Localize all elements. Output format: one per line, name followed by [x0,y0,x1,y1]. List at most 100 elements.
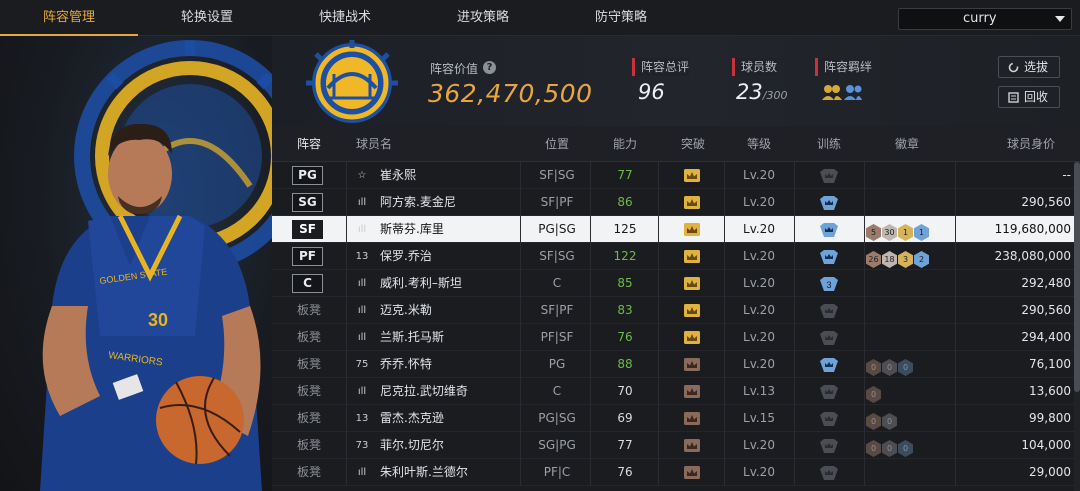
player-name[interactable]: 菲尔.切尼尔 [380,432,444,459]
col-player-name[interactable]: 球员名 [356,126,416,162]
training-icon[interactable] [820,385,838,399]
col-level[interactable]: 等级 [724,126,794,162]
table-row[interactable]: 板凳 13 雷杰.杰克逊 PG|SG 69 Lv.15 0 0 99,800 [272,405,1074,432]
position-slot-badge: SF [292,220,323,239]
table-row[interactable]: PG ☆ 崔永熙 SF|SG 77 Lv.20 -- [272,162,1074,189]
chemistry-icons[interactable] [822,82,862,102]
player-name[interactable]: 雷杰.杰克逊 [380,405,444,432]
breakthrough-crown-icon [684,277,700,290]
player-position: SG|PG [538,438,576,452]
player-level: Lv.20 [743,195,775,209]
lineup-slot: 板凳 [296,384,321,398]
lineup-slot: 板凳 [296,438,321,452]
col-player-value[interactable]: 球员身价 [996,126,1066,162]
player-name[interactable]: 崔永熙 [380,162,416,189]
training-icon[interactable] [820,331,838,345]
column-divider [794,243,795,270]
table-row[interactable]: 板凳 75 乔乔.怀特 PG 88 Lv.20 0 0 0 76,100 [272,351,1074,378]
badge-group[interactable]: 26 18 3 2 [866,247,930,268]
table-row[interactable]: 板凳 ıll 朱利叶斯.兰德尔 PF|C 76 Lv.20 29,000 [272,459,1074,486]
breakthrough-crown-icon [684,358,700,371]
overall-rating-label: 阵容总评 [632,58,690,76]
column-divider [346,270,347,297]
col-lineup[interactable]: 阵容 [272,126,346,162]
column-divider [864,243,865,270]
column-divider [346,351,347,378]
column-divider [864,189,865,216]
badge-group[interactable]: 5 30 1 1 [866,220,930,241]
col-training[interactable]: 训练 [794,126,864,162]
tab-offense-strategy[interactable]: 进攻策略 [414,0,552,36]
scrollbar-thumb[interactable] [1074,162,1080,392]
badge-group[interactable]: 000 [866,355,914,376]
badge-hex-icon: 0 [866,359,881,376]
help-icon[interactable]: ? [483,61,496,74]
col-badges[interactable]: 徽章 [872,126,942,162]
tab-defense-strategy[interactable]: 防守策略 [552,0,690,36]
training-icon[interactable] [820,466,838,480]
badge-group[interactable]: 0 [866,382,882,403]
player-name[interactable]: 朱利叶斯.兰德尔 [380,459,468,486]
table-row[interactable]: PF 13 保罗.乔治 SF|SG 122 Lv.20 26 18 3 2 238,080,000 [272,243,1074,270]
player-name[interactable]: 乔乔.怀特 [380,351,432,378]
tab-lineup-management[interactable]: 阵容管理 [0,0,138,36]
jersey-number-icon: ıll [357,197,367,208]
training-icon[interactable] [820,412,838,426]
col-position[interactable]: 位置 [520,126,594,162]
player-name[interactable]: 威利.考利–斯坦 [380,270,462,297]
jersey-number-icon: ıll [357,224,367,235]
table-scrollbar[interactable] [1074,162,1080,491]
training-icon[interactable] [820,304,838,318]
player-level: Lv.20 [743,222,775,236]
table-row[interactable]: 板凳 73 菲尔.切尼尔 SG|PG 77 Lv.20 0 0 0 104,000 [272,432,1074,459]
col-breakthrough[interactable]: 突破 [658,126,728,162]
training-icon[interactable] [820,169,838,183]
training-icon[interactable] [820,439,838,453]
chemistry-label: 阵容羁绊 [815,58,873,76]
badge-hex-icon: 0 [898,440,913,457]
table-row[interactable]: 板凳 ıll 尼克拉.武切维奇 C 70 Lv.13 0 13,600 [272,378,1074,405]
badge-hex-icon: 30 [882,224,897,241]
training-icon[interactable]: 3 [820,277,838,291]
badge-group[interactable]: 000 [866,436,914,457]
table-row[interactable]: Cıll 威利.考利–斯坦 C 85 Lv.20 3 292,480 [272,270,1074,297]
player-level: Lv.20 [743,330,775,344]
column-divider [864,459,865,486]
lineup-value: 362,470,500 [428,79,593,108]
jersey-number-icon: ıll [357,305,367,316]
training-icon[interactable] [820,223,838,237]
player-name[interactable]: 兰斯.托马斯 [380,324,444,351]
training-icon[interactable] [820,196,838,210]
table-row[interactable]: 板凳 ıll 兰斯.托马斯 PF|SF 76 Lv.20 294,400 [272,324,1074,351]
position-slot-badge: C [292,274,323,293]
player-name[interactable]: 尼克拉.武切维奇 [380,378,468,405]
player-search-select[interactable]: curry [898,8,1072,30]
player-name[interactable]: 阿方索.麦金尼 [380,189,456,216]
tab-rotation-settings[interactable]: 轮换设置 [138,0,276,36]
column-divider [794,378,795,405]
player-position: C [552,384,562,398]
tab-quick-tactics[interactable]: 快捷战术 [276,0,414,36]
player-level: Lv.20 [743,249,775,263]
chevron-down-icon[interactable] [1055,16,1065,22]
recycle-button[interactable]: 回收 [998,86,1060,108]
select-button[interactable]: 选拔 [998,56,1060,78]
training-icon[interactable] [820,250,838,264]
col-ability[interactable]: 能力 [590,126,660,162]
player-name[interactable]: 保罗.乔治 [380,243,432,270]
table-row[interactable]: SG ıll 阿方索.麦金尼 SF|PF 86 Lv.20 290,560 [272,189,1074,216]
table-row[interactable]: SF ıll 斯蒂芬.库里 PG|SG 125 Lv.20 5 30 1 1 119,680,000 [272,216,1074,243]
player-ability: 69 [617,411,633,425]
lineup-value-label: 阵容价值 [430,62,479,76]
player-ability: 86 [617,195,633,209]
badge-hex-icon: 1 [914,224,929,241]
training-icon[interactable] [820,358,838,372]
column-divider [794,162,795,189]
player-name[interactable]: 斯蒂芬.库里 [380,216,444,243]
player-portrait-panel: GOLDEN STATE 30 WARRIORS [0,36,272,491]
badge-group[interactable]: 00 [866,409,898,430]
column-divider [346,189,347,216]
table-row[interactable]: 板凳 ıll 迈克.米勒 SF|PF 83 Lv.20 290,560 [272,297,1074,324]
player-name[interactable]: 迈克.米勒 [380,297,432,324]
overall-rating-value: 96 [638,80,665,104]
